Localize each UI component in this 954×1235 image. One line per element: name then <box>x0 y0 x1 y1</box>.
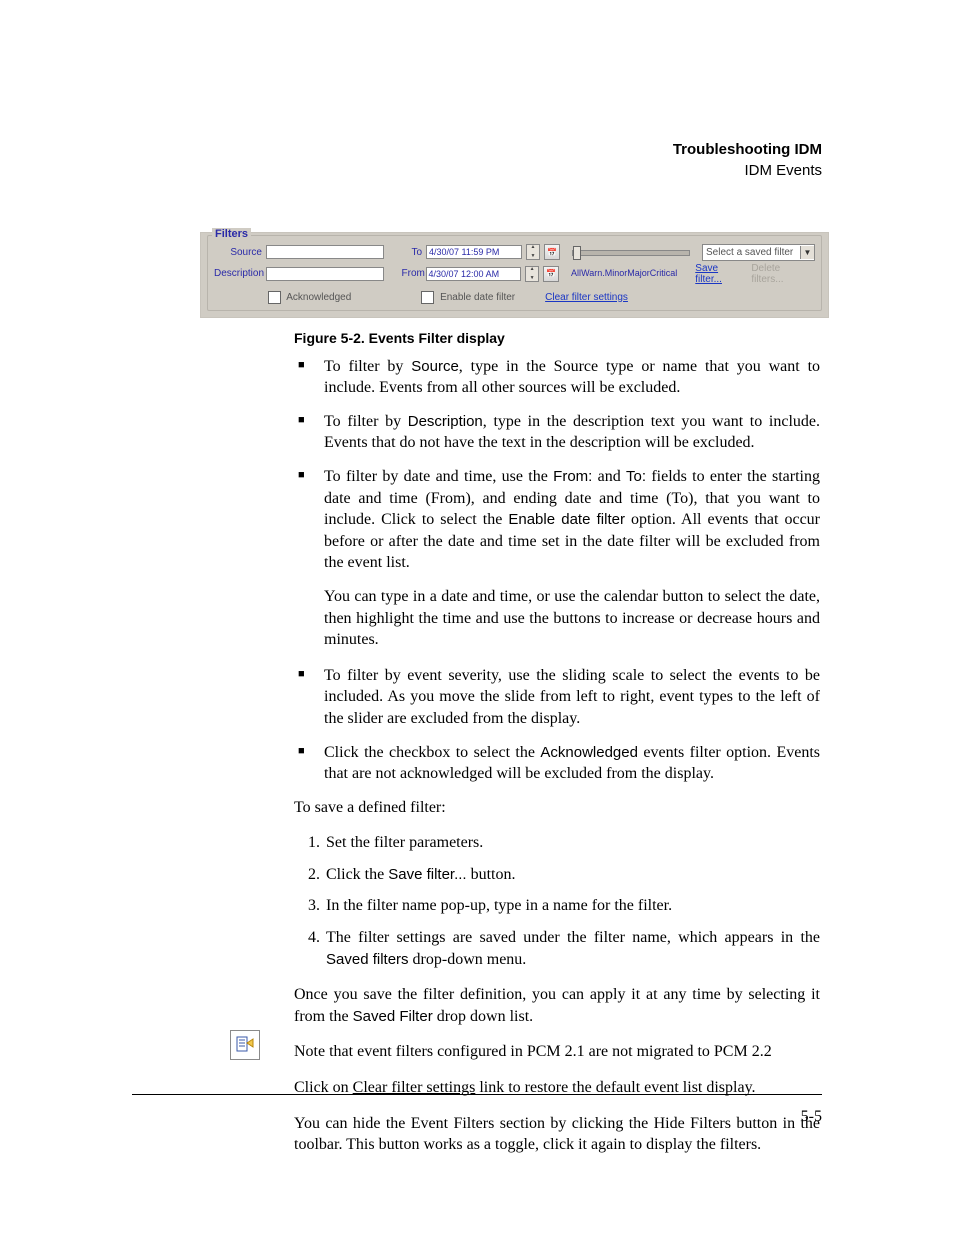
clear-filter-link[interactable]: Clear filter settings <box>545 292 628 303</box>
header-title: Troubleshooting IDM <box>673 141 822 158</box>
bullet-item: To filter by event severity, use the sli… <box>294 665 820 730</box>
acknowledged-label: Acknowledged <box>286 292 351 303</box>
page-number: 5-5 <box>801 1108 822 1126</box>
severity-tick: All <box>571 268 581 278</box>
bullet-item: To filter by Source, type in the Source … <box>294 356 820 399</box>
list-item: Set the filter parameters. <box>324 832 820 854</box>
to-date-input[interactable]: 4/30/07 11:59 PM <box>426 245 522 259</box>
save-filter-link[interactable]: Save filter... <box>695 263 747 285</box>
to-date-spinner[interactable]: ▲▼ <box>526 244 540 260</box>
saved-filter-placeholder: Select a saved filter <box>706 247 793 258</box>
from-date-spinner[interactable]: ▲▼ <box>525 266 539 282</box>
save-intro: To save a defined filter: <box>294 797 820 819</box>
from-label: From <box>402 268 422 279</box>
from-calendar-button[interactable]: 📅 <box>543 266 559 282</box>
header-subtitle: IDM Events <box>744 162 822 179</box>
dropdown-arrow-icon: ▼ <box>800 246 814 259</box>
severity-tick: Minor <box>605 268 628 278</box>
save-steps: Set the filter parameters. Click the Sav… <box>294 832 820 970</box>
list-item: Click the Save filter... button. <box>324 864 820 886</box>
severity-slider[interactable] <box>572 248 690 256</box>
bullet-item: Click the checkbox to select the Acknowl… <box>294 742 820 785</box>
acknowledged-checkbox[interactable] <box>268 291 281 304</box>
enable-date-label: Enable date filter <box>440 292 515 303</box>
saved-filter-select[interactable]: Select a saved filter ▼ <box>702 244 815 261</box>
figure-caption: Figure 5-2. Events Filter display <box>294 330 820 346</box>
bullet-item: To filter by date and time, use the From… <box>294 466 820 651</box>
description-input[interactable] <box>266 267 384 281</box>
to-label: To <box>402 247 422 258</box>
footer-rule <box>132 1094 822 1095</box>
severity-tick: Critical <box>650 268 678 278</box>
source-input[interactable] <box>266 245 384 259</box>
filters-legend: Filters <box>212 228 251 240</box>
note-para: Note that event filters configured in PC… <box>294 1041 820 1063</box>
bullet-item: To filter by Description, type in the de… <box>294 411 820 454</box>
source-label: Source <box>214 247 262 258</box>
from-date-input[interactable]: 4/30/07 12:00 AM <box>426 267 522 281</box>
to-calendar-button[interactable]: 📅 <box>544 244 560 260</box>
bullet-subpara: You can type in a date and time, or use … <box>324 586 820 651</box>
severity-tick: Warn. <box>581 268 605 278</box>
delete-filters-link: Delete filters... <box>751 263 815 285</box>
description-label: Description <box>214 268 262 279</box>
severity-tick: Major <box>627 268 650 278</box>
filters-panel: Filters Source To 4/30/07 11:59 PM ▲▼ 📅 … <box>200 232 829 318</box>
hide-filters-toolbar-icon[interactable] <box>230 1030 260 1060</box>
list-item: In the filter name pop-up, type in a nam… <box>324 895 820 917</box>
apply-para: Once you save the filter definition, you… <box>294 984 820 1027</box>
list-item: The filter settings are saved under the … <box>324 927 820 970</box>
hide-para: You can hide the Event Filters section b… <box>294 1113 820 1156</box>
running-header: Troubleshooting IDM IDM Events <box>200 140 822 182</box>
clear-para: Click on Clear filter settings link to r… <box>294 1077 820 1099</box>
enable-date-checkbox[interactable] <box>421 291 434 304</box>
